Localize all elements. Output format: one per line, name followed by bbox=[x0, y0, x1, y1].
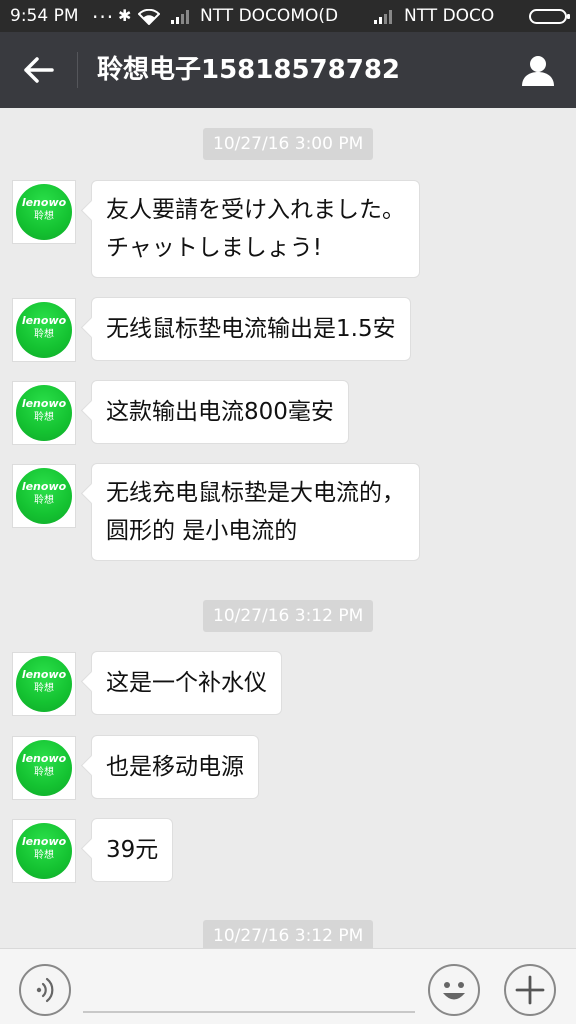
avatar-brand: lenowo bbox=[21, 668, 67, 681]
status-bar: 9:54 PM ... ✱ NTT DOCOMO(D NTT DOCO bbox=[0, 0, 576, 32]
wifi-icon bbox=[138, 9, 160, 25]
message-input[interactable] bbox=[83, 963, 415, 1009]
signal-icon bbox=[171, 10, 189, 24]
message-text: 无线鼠标垫电流输出是1.5安 bbox=[106, 316, 396, 342]
message-bubble[interactable]: 这是一个补水仪 bbox=[91, 651, 282, 715]
message-bubble[interactable]: 这款输出电流800毫安 bbox=[91, 380, 349, 444]
avatar-brand-sub: 聆想 bbox=[34, 412, 54, 423]
avatar[interactable]: lenowo 聆想 bbox=[12, 180, 76, 244]
message-bubble[interactable]: 39元 bbox=[91, 818, 174, 882]
emoji-button[interactable] bbox=[428, 964, 480, 1016]
arrow-left-icon bbox=[24, 57, 54, 83]
carrier-name: NTT DOCOMO(D bbox=[200, 6, 339, 26]
avatar-brand: lenowo bbox=[21, 752, 67, 765]
message-bubble[interactable]: 无线充电鼠标垫是大电流的， 圆形的 是小电流的 bbox=[91, 463, 420, 561]
message-text: 也是移动电源 bbox=[106, 754, 244, 780]
more-options-button[interactable] bbox=[504, 964, 556, 1016]
avatar-brand: lenowo bbox=[21, 835, 67, 848]
header-divider bbox=[77, 52, 78, 88]
avatar-brand: lenowo bbox=[21, 397, 67, 410]
bluetooth-icon: ✱ bbox=[118, 6, 132, 25]
avatar-brand-sub: 聆想 bbox=[34, 329, 54, 340]
avatar[interactable]: lenowo 聆想 bbox=[12, 819, 76, 883]
app-bar: 聆想电子15818578782 bbox=[0, 32, 576, 108]
voice-input-button[interactable] bbox=[19, 964, 71, 1016]
plus-icon bbox=[515, 975, 545, 1005]
avatar[interactable]: lenowo 聆想 bbox=[12, 652, 76, 716]
message-text: チャットしましょう! bbox=[106, 235, 322, 261]
message-list[interactable]: 10/27/16 3:00 PM lenowo 聆想 友人要請を受け入れました。… bbox=[0, 108, 576, 948]
avatar-brand: lenowo bbox=[21, 196, 67, 209]
avatar[interactable]: lenowo 聆想 bbox=[12, 381, 76, 445]
person-icon bbox=[522, 56, 554, 86]
message-bubble[interactable]: 无线鼠标垫电流输出是1.5安 bbox=[91, 297, 411, 361]
timestamp: 10/27/16 3:12 PM bbox=[203, 920, 374, 948]
carrier-name-2: NTT DOCO bbox=[404, 6, 495, 26]
back-button[interactable] bbox=[20, 52, 60, 88]
chat-info-button[interactable] bbox=[518, 52, 558, 88]
composer-bar bbox=[0, 948, 576, 1024]
notification-dots: ... bbox=[92, 0, 115, 23]
avatar-brand: lenowo bbox=[21, 314, 67, 327]
avatar[interactable]: lenowo 聆想 bbox=[12, 298, 76, 362]
chat-title: 聆想电子15818578782 bbox=[97, 55, 400, 85]
smiley-icon bbox=[443, 982, 465, 1000]
status-time: 9:54 PM bbox=[10, 6, 79, 26]
message-text: 无线充电鼠标垫是大电流的， bbox=[106, 480, 405, 506]
battery-icon bbox=[529, 9, 570, 24]
avatar[interactable]: lenowo 聆想 bbox=[12, 736, 76, 800]
message-bubble[interactable]: 友人要請を受け入れました。 チャットしましょう! bbox=[91, 180, 420, 278]
timestamp: 10/27/16 3:12 PM bbox=[203, 600, 374, 632]
timestamp: 10/27/16 3:00 PM bbox=[203, 128, 374, 160]
avatar-brand-sub: 聆想 bbox=[34, 850, 54, 861]
avatar-brand-sub: 聆想 bbox=[34, 767, 54, 778]
message-text: 这是一个补水仪 bbox=[106, 670, 267, 696]
voice-icon bbox=[36, 977, 54, 1003]
message-bubble[interactable]: 也是移动电源 bbox=[91, 735, 259, 799]
signal-icon bbox=[374, 10, 392, 24]
avatar-brand: lenowo bbox=[21, 480, 67, 493]
message-text: 友人要請を受け入れました。 bbox=[106, 197, 405, 223]
message-text: 39元 bbox=[106, 837, 159, 863]
avatar-brand-sub: 聆想 bbox=[34, 211, 54, 222]
input-underline bbox=[83, 1011, 415, 1013]
avatar-brand-sub: 聆想 bbox=[34, 495, 54, 506]
message-text: 圆形的 是小电流的 bbox=[106, 518, 298, 544]
message-text: 这款输出电流800毫安 bbox=[106, 399, 334, 425]
avatar[interactable]: lenowo 聆想 bbox=[12, 464, 76, 528]
avatar-brand-sub: 聆想 bbox=[34, 683, 54, 694]
